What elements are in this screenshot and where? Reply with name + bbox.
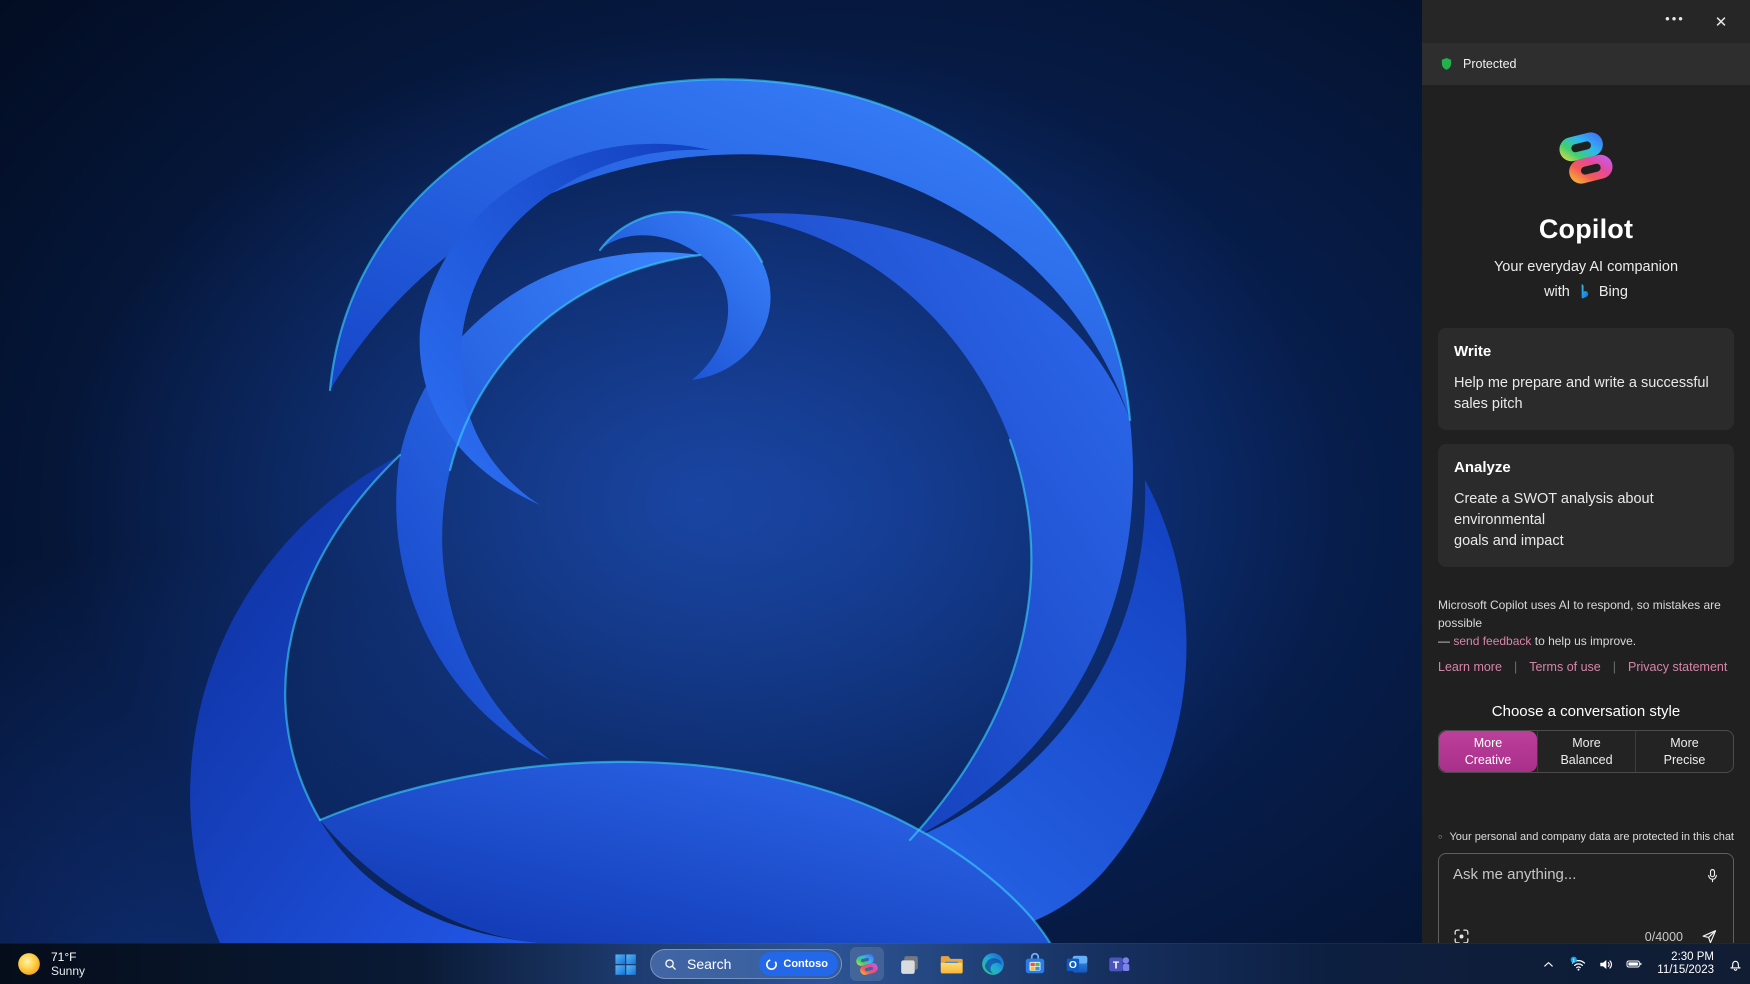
windows-logo-icon <box>614 953 636 975</box>
style-option-more-creative[interactable]: More Creative <box>1439 731 1537 773</box>
bloom-artwork <box>60 30 1340 943</box>
search-box[interactable]: Search Contoso <box>650 949 842 979</box>
wifi-icon: 1 <box>1570 956 1586 971</box>
protected-badge[interactable]: Protected <box>1422 43 1750 85</box>
copilot-panel-header: ••• ✕ <box>1422 0 1750 43</box>
screen: ••• ✕ Protected Copilot Your everyday AI… <box>0 0 1750 984</box>
sun-icon <box>18 953 40 975</box>
contoso-badge[interactable]: Contoso <box>759 952 838 976</box>
taskbar-app-task-view[interactable] <box>892 947 926 981</box>
conversation-style-heading: Choose a conversation style <box>1491 703 1681 721</box>
task-view-icon <box>900 955 918 974</box>
taskbar: 71°F Sunny Search Contoso O T 1 2:30 PM … <box>0 943 1750 984</box>
style-option-more-balanced[interactable]: More Balanced <box>1537 731 1635 773</box>
taskbar-app-microsoft-store[interactable] <box>1018 947 1052 981</box>
with-label: with <box>1544 283 1570 300</box>
weather-widget[interactable]: 71°F Sunny <box>10 944 91 984</box>
clock[interactable]: 2:30 PM 11/15/2023 <box>1657 951 1714 978</box>
weather-temperature: 71°F <box>51 950 77 964</box>
ai-disclaimer: Microsoft Copilot uses AI to respond, so… <box>1438 598 1721 649</box>
svg-text:O: O <box>1069 960 1077 971</box>
tray-time: 2:30 PM <box>1671 950 1714 963</box>
copilot-title: Copilot <box>1538 214 1634 244</box>
terms-of-use-link[interactable]: Terms of use <box>1529 660 1601 674</box>
shield-icon <box>1441 58 1452 70</box>
taskbar-center: Search Contoso O T <box>608 944 1136 984</box>
style-option-more-precise[interactable]: More Precise <box>1635 731 1733 773</box>
search-icon <box>665 958 676 970</box>
learn-more-link[interactable]: Learn more <box>1438 660 1502 674</box>
chat-input[interactable] <box>1453 866 1691 917</box>
footer-links: Learn more | Terms of use | Privacy stat… <box>1438 660 1728 675</box>
file-explorer-icon <box>940 955 963 973</box>
copilot-app-icon <box>856 953 878 975</box>
shield-outline-icon <box>1438 835 1442 839</box>
taskbar-app-file-explorer[interactable] <box>934 947 968 981</box>
notifications-button[interactable] <box>1727 955 1744 973</box>
card-text: Help me prepare and write a successful sa… <box>1454 375 1709 413</box>
suggestion-card-write[interactable]: Write Help me prepare and write a succes… <box>1438 328 1734 431</box>
taskbar-app-teams[interactable]: T <box>1102 947 1136 981</box>
card-text: Create a SWOT analysis about environment… <box>1454 491 1654 550</box>
outlook-icon: O <box>1066 955 1088 973</box>
tray-overflow-button[interactable] <box>1541 957 1556 972</box>
close-button[interactable]: ✕ <box>1708 9 1734 35</box>
taskbar-app-edge[interactable] <box>976 947 1010 981</box>
microphone-button[interactable] <box>1704 866 1721 891</box>
weather-condition: Sunny <box>51 964 86 978</box>
copilot-subtitle: Your everyday AI companion <box>1493 259 1679 275</box>
battery-icon <box>1626 960 1642 968</box>
teams-icon: T <box>1109 957 1130 972</box>
chat-input-box: 0/4000 <box>1438 853 1734 958</box>
send-feedback-link[interactable]: send feedback <box>1453 634 1531 648</box>
more-options-button[interactable]: ••• <box>1662 6 1688 32</box>
card-title: Analyze <box>1454 459 1511 477</box>
quick-settings-button[interactable]: 1 <box>1569 956 1644 973</box>
search-label: Search <box>687 956 732 972</box>
protected-label: Protected <box>1463 57 1517 71</box>
data-protection-note: Your personal and company data are prote… <box>1438 830 1734 844</box>
copilot-logo <box>1559 132 1613 184</box>
speaker-icon <box>1600 959 1613 969</box>
taskbar-app-outlook[interactable]: O <box>1060 947 1094 981</box>
bell-icon <box>1730 960 1741 971</box>
microsoft-store-icon <box>1025 952 1045 974</box>
contoso-logo-icon <box>766 958 778 970</box>
system-tray: 1 2:30 PM 11/15/2023 <box>1541 944 1744 984</box>
edge-icon <box>982 953 1004 975</box>
conversation-style-switcher: More Creative More Balanced More Precise <box>1438 730 1734 774</box>
bing-label: Bing <box>1598 283 1628 300</box>
card-title: Write <box>1454 343 1492 360</box>
chevron-up-icon <box>1544 961 1554 967</box>
taskbar-app-copilot[interactable] <box>850 947 884 981</box>
bing-icon <box>1581 284 1589 299</box>
start-button[interactable] <box>608 947 642 981</box>
copilot-panel: ••• ✕ Protected Copilot Your everyday AI… <box>1422 0 1750 958</box>
char-counter: 0/4000 <box>1644 929 1683 944</box>
copilot-panel-body: Copilot Your everyday AI companion with … <box>1422 85 1750 958</box>
suggestion-card-analyze[interactable]: Analyze Create a SWOT analysis about env… <box>1438 444 1734 568</box>
with-bing-row: with Bing <box>1438 282 1734 301</box>
svg-text:T: T <box>1113 960 1120 971</box>
microphone-icon <box>1708 869 1717 883</box>
tray-date: 11/15/2023 <box>1657 964 1714 976</box>
privacy-statement-link[interactable]: Privacy statement <box>1628 660 1727 674</box>
